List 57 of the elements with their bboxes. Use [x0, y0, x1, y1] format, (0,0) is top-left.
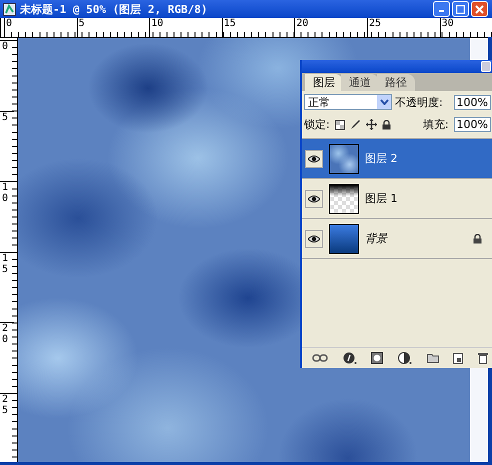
lock-icon[interactable]: [382, 120, 391, 130]
visibility-toggle[interactable]: [305, 190, 323, 208]
lock-label: 锁定:: [304, 117, 330, 132]
layer-style-icon[interactable]: [342, 352, 357, 364]
maximize-button[interactable]: [452, 1, 469, 17]
folder-icon[interactable]: [426, 353, 439, 363]
trash-icon[interactable]: [478, 352, 488, 364]
new-layer-icon[interactable]: [453, 352, 464, 364]
eye-icon: [308, 234, 320, 242]
ruler-label: 15: [0, 252, 14, 322]
layer-row[interactable]: 图层 1: [302, 179, 492, 219]
eye-icon: [308, 154, 320, 162]
ruler-label: 10: [0, 181, 14, 252]
layer-name: 背景: [365, 231, 387, 246]
ruler-label: 5: [76, 18, 150, 37]
ruler-label: 25: [366, 18, 440, 37]
window-title: 未标题-1 @ 50% (图层 2, RGB/8): [20, 2, 208, 16]
ruler-label: 20: [294, 18, 367, 37]
fill-label: 填充:: [422, 117, 449, 132]
ruler-label: 25: [0, 392, 14, 464]
opacity-label: 不透明度:: [395, 94, 443, 110]
ruler-label: 0: [4, 18, 77, 37]
visibility-toggle[interactable]: [305, 150, 323, 168]
layer-name: 图层 2: [365, 151, 398, 166]
chevron-down-icon: [380, 99, 388, 105]
panel-tab[interactable]: 路径: [377, 74, 415, 91]
opacity-field[interactable]: 100%: [454, 94, 491, 110]
link-icon[interactable]: [312, 354, 328, 362]
layer-row[interactable]: 图层 2: [302, 139, 492, 179]
app-icon: [3, 2, 16, 16]
eye-icon: [308, 194, 320, 202]
panel-tab[interactable]: 通道: [341, 74, 379, 91]
layer-thumbnail: [329, 144, 359, 174]
panel-tab[interactable]: 图层: [305, 74, 343, 91]
ruler-label: 20: [0, 322, 14, 393]
maximize-icon: [456, 4, 465, 14]
ruler-label: 5: [0, 110, 14, 182]
layer-thumbnail: [329, 224, 359, 254]
minimize-button[interactable]: [433, 1, 450, 17]
ruler-label: 30: [440, 18, 492, 37]
brush-icon[interactable]: [350, 119, 361, 130]
layer-row[interactable]: 背景: [302, 219, 492, 259]
blend-mode-dropdown[interactable]: 正常: [304, 94, 392, 110]
ruler-label: 0: [0, 40, 14, 111]
close-button[interactable]: [471, 1, 488, 17]
mask-icon[interactable]: [371, 352, 384, 364]
layer-name: 图层 1: [365, 191, 398, 206]
ruler-label: 10: [149, 18, 222, 37]
close-icon: [475, 4, 484, 14]
lock-transparency-icon[interactable]: [334, 120, 345, 130]
move-icon[interactable]: [366, 119, 377, 130]
ruler-label: 15: [222, 18, 294, 37]
layer-thumbnail: [329, 184, 359, 214]
panel-menu-button[interactable]: [481, 61, 491, 72]
adjustment-icon[interactable]: [398, 352, 412, 364]
visibility-toggle[interactable]: [305, 230, 323, 248]
fill-field[interactable]: 100%: [454, 117, 491, 132]
